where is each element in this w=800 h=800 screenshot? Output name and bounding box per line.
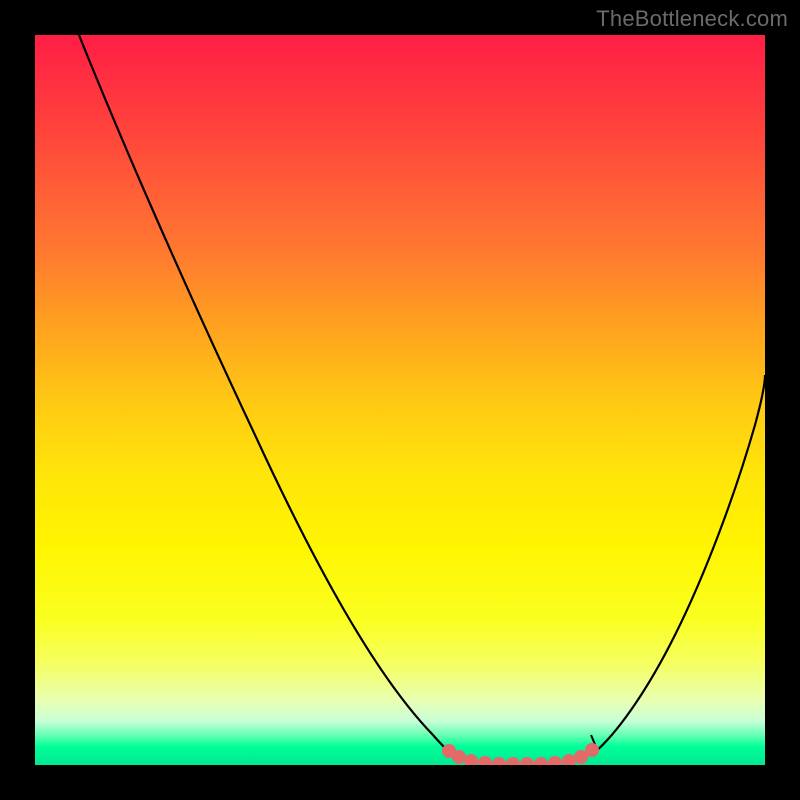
marker-cluster bbox=[442, 743, 599, 765]
curve-layer bbox=[35, 35, 765, 765]
curve-left-descent bbox=[79, 35, 449, 752]
curve-right-ascent bbox=[595, 375, 765, 752]
watermark-text: TheBottleneck.com bbox=[596, 6, 788, 32]
plot-area bbox=[35, 35, 765, 765]
chart-frame: TheBottleneck.com bbox=[0, 0, 800, 800]
